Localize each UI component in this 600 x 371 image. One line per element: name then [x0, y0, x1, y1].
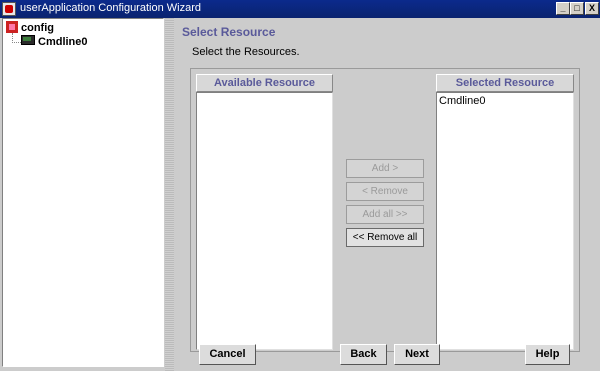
available-resource-header: Available Resource [196, 74, 333, 92]
cmdline-resource-icon [21, 35, 35, 45]
configuration-tree: config Cmdline0 [2, 18, 164, 367]
instruction-text: Select the Resources. [192, 46, 300, 58]
remove-button[interactable]: < Remove [346, 182, 424, 201]
remove-all-button[interactable]: << Remove all [346, 228, 424, 247]
tree-node-label: Cmdline0 [38, 36, 88, 48]
config-tree-icon [6, 21, 18, 33]
selected-resource-header: Selected Resource [436, 74, 574, 92]
list-item[interactable]: Cmdline0 [437, 93, 573, 109]
tree-node-cmdline0[interactable]: Cmdline0 [21, 35, 88, 49]
app-icon [2, 2, 16, 16]
wizard-content: Select Resource Select the Resources. Av… [174, 18, 600, 371]
title-bar[interactable]: userApplication Configuration Wizard _ □… [0, 0, 600, 18]
close-button[interactable]: X [585, 2, 599, 15]
maximize-button[interactable]: □ [570, 2, 584, 15]
add-all-button[interactable]: Add all >> [346, 205, 424, 224]
page-title: Select Resource [182, 25, 276, 39]
next-button[interactable]: Next [394, 344, 440, 365]
help-button[interactable]: Help [525, 344, 570, 365]
add-button[interactable]: Add > [346, 159, 424, 178]
window-title: userApplication Configuration Wizard [20, 2, 201, 14]
resize-grip[interactable] [592, 363, 600, 371]
wizard-window: userApplication Configuration Wizard _ □… [0, 0, 600, 371]
cancel-button[interactable]: Cancel [199, 344, 256, 365]
panel-splitter[interactable] [165, 18, 174, 371]
available-resource-list[interactable] [196, 92, 333, 350]
back-button[interactable]: Back [340, 344, 387, 365]
tree-connector [12, 33, 21, 43]
selected-resource-list[interactable]: Cmdline0 [436, 92, 574, 350]
tree-node-label: config [21, 22, 54, 34]
minimize-button[interactable]: _ [556, 2, 570, 15]
